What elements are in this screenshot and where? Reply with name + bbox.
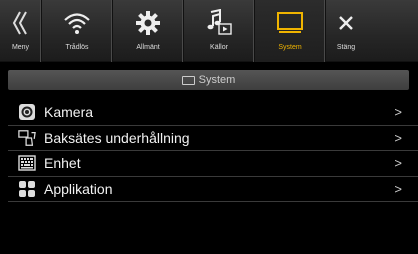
monitor-icon [270,6,310,40]
settings-list: Kamera > Baksätes underhållning > Enhet … [8,100,418,202]
gear-icon [128,6,168,40]
tab-label: Källor [210,44,228,51]
tab-label: Trådlös [65,44,89,51]
tab-label: System [278,44,302,51]
tab-tradlos[interactable]: Trådlös [42,0,113,62]
double-chevron-left-icon [1,6,41,40]
chevron-right-icon: > [394,130,402,146]
list-item-label: Baksätes underhållning [44,129,190,146]
tab-stang[interactable]: Stäng [326,0,366,62]
list-item-baksates-underhallning[interactable]: Baksätes underhållning > [8,126,418,151]
tab-label: Meny [11,44,30,51]
keyboard-icon [18,154,36,172]
section-header: System [8,70,409,90]
tab-label: Allmänt [136,44,160,51]
tab-meny[interactable]: Meny [0,0,42,62]
list-item-label: Enhet [44,155,81,172]
tab-label: Stäng [336,44,356,51]
tab-system[interactable]: System [255,0,326,62]
list-item-enhet[interactable]: Enhet > [8,151,418,177]
rear-entertainment-icon [18,129,36,147]
tab-allmant[interactable]: Allmänt [113,0,184,62]
music-note-icon [199,6,239,40]
chevron-right-icon: > [394,181,402,197]
chevron-right-icon: > [394,104,402,120]
list-item-label: Kamera [44,104,94,121]
tab-kallor[interactable]: Källor [184,0,255,62]
top-navigation-bar: Meny Trådlös Allmänt Källor System Stäng [0,0,418,62]
list-item-applikation[interactable]: Applikation > [8,177,418,202]
chevron-right-icon: > [394,155,402,171]
list-item-kamera[interactable]: Kamera > [8,100,418,126]
close-icon [326,6,366,40]
camera-icon [18,103,36,121]
monitor-icon [181,75,195,85]
wifi-icon [57,6,97,40]
list-item-label: Applikation [44,180,113,197]
apps-grid-icon [18,180,36,198]
section-title: System [198,74,236,86]
